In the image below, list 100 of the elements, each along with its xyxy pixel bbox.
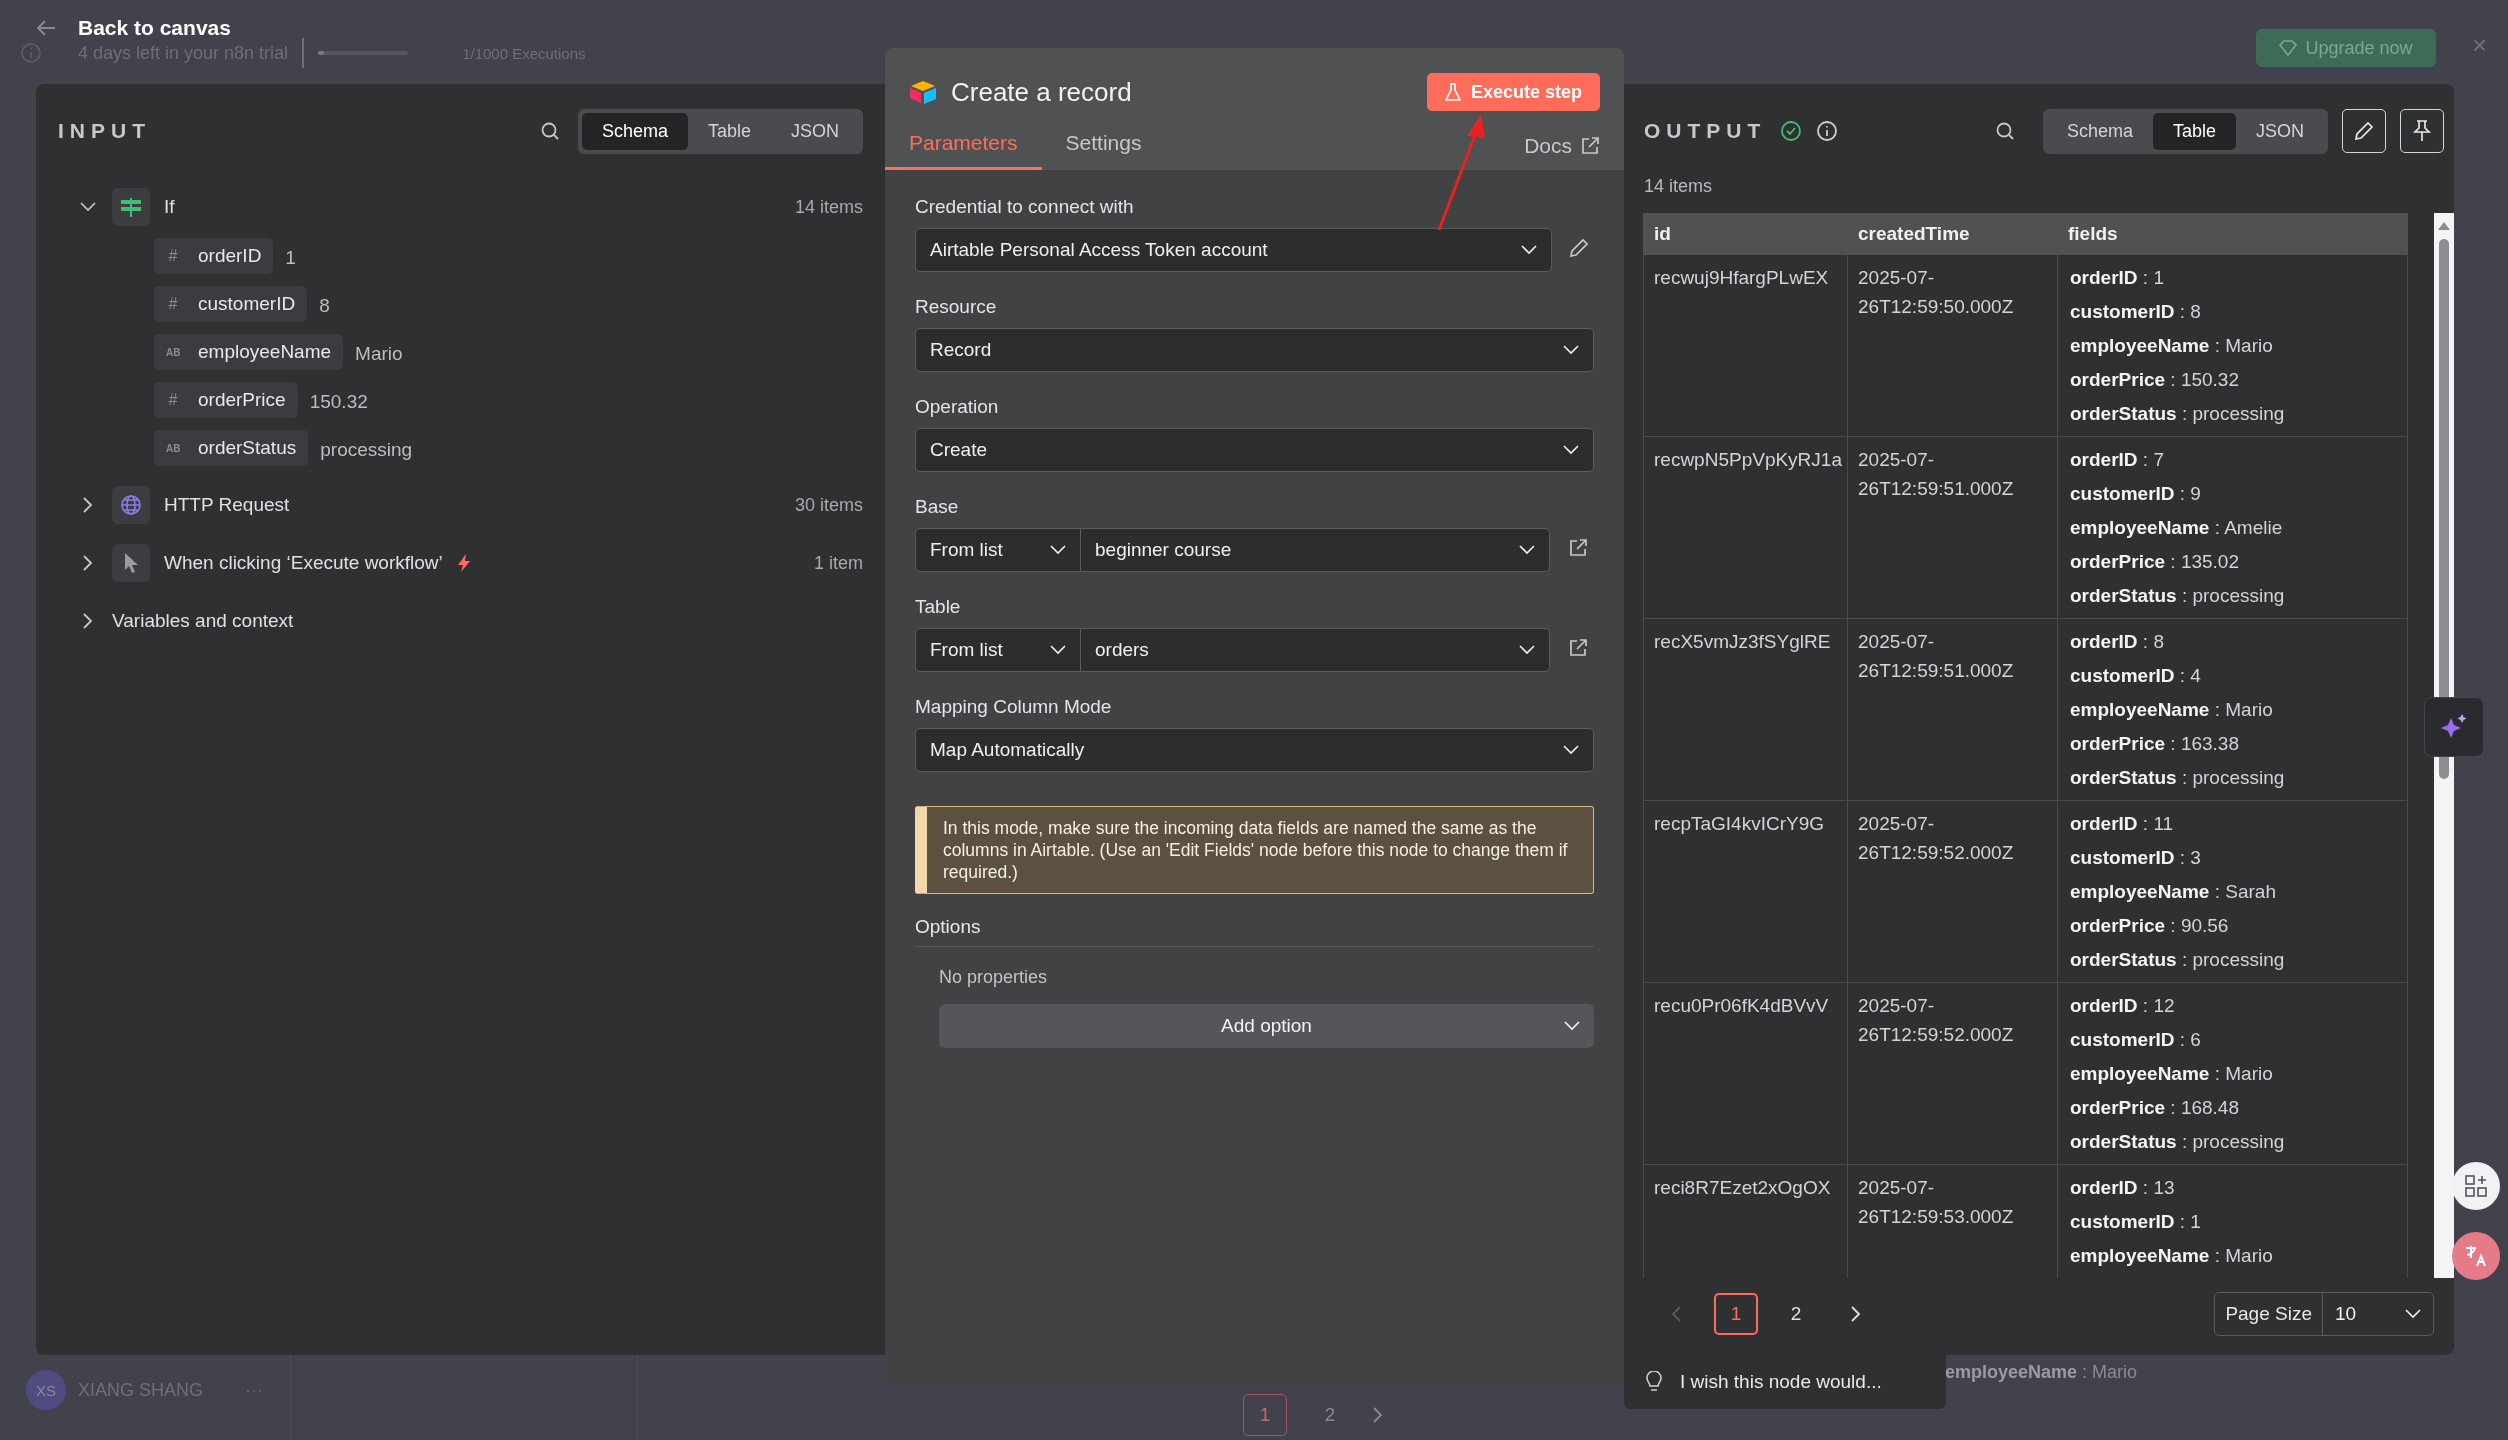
field-value: Mario — [355, 343, 403, 365]
globe-icon — [120, 494, 142, 516]
pencil-icon — [2353, 120, 2375, 142]
field-chip[interactable]: # orderPrice — [154, 382, 298, 418]
pencil-icon[interactable] — [1568, 236, 1590, 259]
view-tab[interactable]: JSON — [771, 112, 859, 150]
item-count: 14 items — [794, 196, 863, 218]
table-cell: recwuj9HfargPLwEX — [1643, 254, 1848, 437]
cursor-icon — [122, 552, 140, 574]
expand-icon[interactable] — [83, 497, 93, 513]
field-text: orderID : 11 — [2070, 812, 2175, 836]
field-text: employeeName : Amelie — [2070, 516, 2284, 540]
field-chip[interactable]: AB orderStatus — [154, 430, 309, 466]
lightning-icon — [456, 553, 471, 573]
column-header: createdTime — [1847, 213, 2058, 255]
field-text: customerID : 9 — [2070, 482, 2202, 506]
signpost-icon — [120, 196, 142, 218]
field-text: orderPrice : 90.56 — [2070, 914, 2230, 938]
collapse-icon — [80, 202, 96, 212]
translate-button[interactable] — [2452, 1232, 2500, 1280]
table-cell: recpTaGI4kvICrY9G — [1643, 800, 1848, 983]
search-icon[interactable] — [539, 121, 560, 141]
widget-button[interactable] — [2452, 1162, 2500, 1210]
grid-plus-icon — [2464, 1174, 2488, 1198]
field-text: orderPrice : 150.32 — [2070, 368, 2240, 392]
field-text: orderID : 1 — [2070, 266, 2165, 290]
node-name[interactable]: If — [164, 196, 175, 218]
table-cell: 2025-07-26T12:59:52.000Z — [1847, 800, 2058, 983]
table-cell: recu0Pr06fK4dBVvV — [1643, 982, 1848, 1165]
field-text: customerID : 8 — [2070, 300, 2202, 324]
field-value: 1 — [285, 247, 296, 269]
view-tab[interactable]: Schema — [581, 112, 688, 150]
field-text: orderID : 7 — [2070, 448, 2165, 472]
field-label: Resource — [915, 296, 998, 318]
info-icon[interactable] — [1816, 120, 1839, 142]
external-link-icon[interactable] — [1580, 136, 1600, 156]
panel-title: OUTPUT — [1644, 119, 1767, 143]
page-button[interactable]: 2 — [1774, 1293, 1818, 1335]
field-text: orderStatus : processing — [2070, 402, 2286, 426]
panel-title: INPUT — [58, 119, 151, 143]
chevron-down-icon — [1521, 245, 1537, 255]
ai-assistant-button[interactable] — [2424, 697, 2484, 757]
field-text: employeeName : Mario — [1945, 1362, 2138, 1383]
view-tab[interactable]: Table — [687, 112, 771, 150]
expand-icon[interactable] — [83, 555, 93, 571]
node-name[interactable]: Variables and context — [112, 610, 294, 632]
lightbulb-icon — [1646, 1371, 1662, 1393]
column-header: id — [1643, 213, 1848, 255]
table-cell: recwpN5PpVpKyRJ1a — [1643, 436, 1848, 619]
field-text: orderPrice : 163.38 — [2070, 732, 2240, 756]
pin-button[interactable] — [2400, 109, 2444, 153]
add-option-button[interactable]: Add option — [939, 1004, 1594, 1048]
external-link-icon[interactable] — [1568, 537, 1588, 558]
field-label: Table — [915, 596, 962, 618]
select-field[interactable]: Map Automatically — [915, 728, 1594, 772]
scrollbar[interactable] — [2434, 213, 2454, 1278]
table-cell: 2025-07-26T12:59:52.000Z — [1847, 982, 2058, 1165]
docs-link[interactable]: Docs — [1524, 134, 1600, 170]
node-name[interactable]: HTTP Request — [164, 494, 290, 516]
back-arrow-icon[interactable] — [36, 19, 56, 37]
view-tab[interactable]: JSON — [2236, 112, 2324, 150]
field-text: orderStatus : processing — [2070, 1130, 2286, 1154]
chevron-right-icon[interactable] — [1851, 1306, 1861, 1322]
success-check-icon — [1780, 120, 1803, 142]
field-chip[interactable]: AB employeeName — [154, 334, 344, 370]
translate-icon — [2463, 1243, 2489, 1269]
cube-icon — [909, 80, 937, 104]
select-field[interactable]: Airtable Personal Access Token account — [915, 228, 1552, 272]
back-link[interactable]: Back to canvas — [78, 16, 231, 40]
field-chip[interactable]: # customerID — [154, 286, 308, 322]
table-cell: recX5vmJz3fSYglRE — [1643, 618, 1848, 801]
chevron-down-icon — [1563, 745, 1579, 755]
chevron-down-icon — [1563, 345, 1579, 355]
view-tab[interactable]: Table — [2152, 112, 2236, 150]
diamond-icon — [2279, 40, 2298, 56]
field-label: Mapping Column Mode — [915, 696, 1113, 718]
editor-tab[interactable]: Settings — [1041, 131, 1166, 170]
select-field[interactable]: Create — [915, 428, 1594, 472]
field-chip[interactable]: # orderID — [154, 238, 274, 274]
field-text: employeeName : Mario — [2070, 1062, 2274, 1086]
table-cell: 2025-07-26T12:59:51.000Z — [1847, 436, 2058, 619]
field-text: orderID : 8 — [2070, 630, 2165, 654]
search-icon[interactable] — [1994, 121, 2015, 141]
node-name[interactable]: When clicking ‘Execute workflow’ — [164, 552, 443, 574]
item-count: 30 items — [794, 494, 863, 516]
view-tab[interactable]: Schema — [2046, 112, 2153, 150]
empty-text: No properties — [938, 966, 1049, 988]
next-page-icon[interactable] — [1373, 1407, 1383, 1423]
pin-icon — [2412, 119, 2432, 143]
field-text: orderPrice : 168.48 — [2070, 1096, 2240, 1120]
select-field[interactable]: Record — [915, 328, 1594, 372]
column-header: fields — [2057, 213, 2408, 255]
expand-icon[interactable] — [83, 613, 93, 629]
field-text: customerID : 4 — [2070, 664, 2202, 688]
scroll-up-icon[interactable] — [2437, 221, 2452, 231]
external-link-icon[interactable] — [1568, 637, 1588, 658]
page-button[interactable]: 1 — [1714, 1293, 1758, 1335]
edit-button[interactable] — [2342, 109, 2386, 153]
field-text: customerID : 6 — [2070, 1028, 2202, 1052]
flask-icon — [1444, 83, 1461, 101]
